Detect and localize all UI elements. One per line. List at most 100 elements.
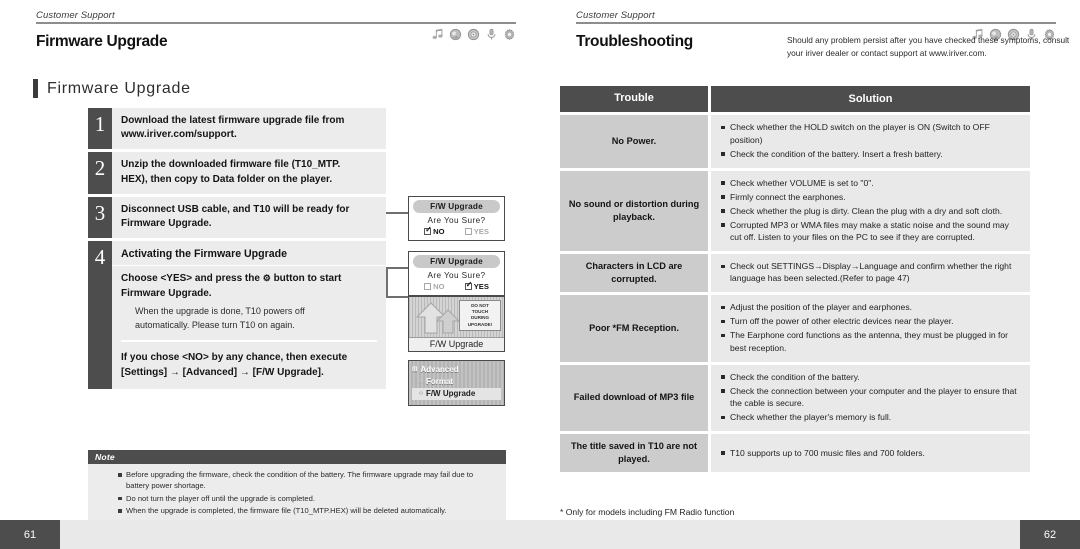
step-number: 3 xyxy=(88,196,112,239)
trouble-cell: The title saved in T10 are not played. xyxy=(560,434,708,472)
solution-item: Firmly connect the earphones. xyxy=(721,191,1022,203)
table-row: Characters in LCD are corrupted. Check o… xyxy=(560,254,1030,293)
step-line: Firmware Upgrade. xyxy=(121,217,212,229)
menu-row-fw-upgrade[interactable]: ○ F/W Upgrade xyxy=(412,388,501,400)
step4-footer: If you chose <NO> by any chance, then ex… xyxy=(112,342,386,389)
solution-item: Turn off the power of other electric dev… xyxy=(721,315,1022,327)
step-line: www.iriver.com/support. xyxy=(121,129,237,141)
solution-item: T10 supports up to 700 music files and 7… xyxy=(721,447,925,459)
text-viewer-icon xyxy=(449,28,462,41)
trouble-cell: Characters in LCD are corrupted. xyxy=(560,254,708,293)
note-title: Note xyxy=(88,450,506,464)
dialog-option-no[interactable]: NO xyxy=(424,282,444,291)
solution-item: Check whether the plug is dirty. Clean t… xyxy=(721,205,1022,217)
connector-vertical xyxy=(386,267,388,297)
header-rule xyxy=(576,22,1056,41)
section-accent-bar xyxy=(33,79,38,98)
step4-bold-tail: button to start xyxy=(273,273,342,285)
solution-item: Check out SETTINGS→Display→Language and … xyxy=(721,260,1022,285)
dialog-title: F/W Upgrade xyxy=(413,255,500,268)
table-row: No Power. Check whether the HOLD switch … xyxy=(560,115,1030,168)
manual-spread: Customer Support Firmware Upgrade Firmwa… xyxy=(0,0,1080,549)
step4-sub-line2: automatically. Please turn T10 on again. xyxy=(135,319,295,330)
progress-canvas: DO NOT TOUCH DURING UPGRADE! xyxy=(409,297,504,337)
dialog-question: Are You Sure? xyxy=(427,270,486,280)
step4-main: Choose <YES> and press the ⚙ button to s… xyxy=(112,266,386,340)
dialog-option-yes[interactable]: YES xyxy=(464,281,489,291)
step4-bold-lead: Choose <YES> and press the xyxy=(121,273,260,285)
note-item: When the upgrade is completed, the firmw… xyxy=(118,505,498,516)
progress-label: F/W Upgrade xyxy=(409,337,504,351)
chapter-title-left: Firmware Upgrade xyxy=(36,33,168,50)
chapter-title-right: Troubleshooting xyxy=(576,33,693,50)
step4-foot-line1: If you chose <NO> by any chance, then ex… xyxy=(121,352,348,364)
step-body: Disconnect USB cable, and T10 will be re… xyxy=(112,197,386,238)
settings-gear-icon xyxy=(504,28,515,41)
device-screen-dialog-yes: F/W Upgrade Are You Sure? NO YES xyxy=(408,251,505,296)
dialog-options: NO YES xyxy=(409,281,504,295)
note-item: Before upgrading the firmware, check the… xyxy=(118,469,498,492)
music-note-icon xyxy=(432,28,443,39)
device-screen-settings-menu: ⊞ Advanced ○ Format ○ F/W Upgrade xyxy=(408,360,505,406)
checkbox-icon xyxy=(424,282,432,290)
note-item: Do not turn the player off until the upg… xyxy=(118,493,498,504)
option-label: YES xyxy=(473,226,489,236)
connector-step4-dialog xyxy=(386,267,408,269)
step4-bold-line2: Firmware Upgrade. xyxy=(121,287,212,299)
menu-label: Advanced xyxy=(420,365,459,374)
solution-cell: Adjust the position of the player and ea… xyxy=(711,295,1030,362)
solution-cell: T10 supports up to 700 music files and 7… xyxy=(711,434,1030,472)
step-3: 3 Disconnect USB cable, and T10 will be … xyxy=(88,196,386,239)
trouble-cell: Poor *FM Reception. xyxy=(560,295,708,362)
header-rule xyxy=(36,22,516,41)
warning-bubble: DO NOT TOUCH DURING UPGRADE! xyxy=(459,300,501,331)
note-box: Note Before upgrading the firmware, chec… xyxy=(88,450,506,524)
step-body: Download the latest firmware upgrade fil… xyxy=(112,108,386,149)
fm-radio-icon xyxy=(467,28,480,41)
dialog-question: Are You Sure? xyxy=(427,215,486,225)
table-row: No sound or distortion during playback. … xyxy=(560,170,1030,252)
solution-cell: Check the condition of the battery. Chec… xyxy=(711,364,1030,432)
bullet-icon: ○ xyxy=(419,378,423,386)
step-line: Disconnect USB cable, and T10 will be re… xyxy=(121,203,350,215)
running-header-kicker: Customer Support xyxy=(36,10,115,21)
solution-item: Check the condition of the battery. Inse… xyxy=(721,148,1022,160)
dialog-options: NO YES xyxy=(409,226,504,240)
solution-item: Check whether the HOLD switch on the pla… xyxy=(721,121,1022,146)
footer-band-right xyxy=(540,520,1080,549)
dialog-option-yes[interactable]: YES xyxy=(464,226,489,236)
step-line: HEX), then copy to Data folder on the pl… xyxy=(121,173,333,185)
troubleshooting-table: Trouble Solution No Power. Check whether… xyxy=(560,86,1030,475)
table-header-row: Trouble Solution xyxy=(560,86,1030,113)
running-header-kicker: Customer Support xyxy=(576,10,655,21)
voice-recorder-icon xyxy=(487,28,496,40)
step-body: Activating the Firmware Upgrade Choose <… xyxy=(112,241,386,389)
dialog-option-no[interactable]: NO xyxy=(424,226,445,236)
menu-row-advanced[interactable]: ⊞ Advanced xyxy=(412,364,500,376)
device-screen-dialog-no: F/W Upgrade Are You Sure? NO YES xyxy=(408,196,505,241)
step-1: 1 Download the latest firmware upgrade f… xyxy=(88,108,386,150)
trouble-cell: Failed download of MP3 file xyxy=(560,364,708,432)
note-body: Before upgrading the firmware, check the… xyxy=(88,464,506,524)
menu-label: F/W Upgrade xyxy=(425,389,476,398)
solution-item: Check whether VOLUME is set to "0". xyxy=(721,177,1022,189)
menu-label: Format xyxy=(425,377,454,386)
step-number: 1 xyxy=(88,108,112,150)
solution-cell: Check whether VOLUME is set to "0". Firm… xyxy=(711,170,1030,252)
solution-item: Adjust the position of the player and ea… xyxy=(721,301,1022,313)
solution-item: Check the connection between your comput… xyxy=(721,385,1022,410)
checkbox-icon xyxy=(464,227,472,235)
option-label: NO xyxy=(433,226,445,236)
bullet-icon: ○ xyxy=(419,390,423,398)
plus-box-icon: ⊞ xyxy=(412,366,418,374)
running-header-right: Customer Support xyxy=(576,10,1056,41)
center-button-icon: ⚙ xyxy=(262,273,271,284)
solution-item: The Earphone cord functions as the anten… xyxy=(721,329,1022,354)
step4-sub-line1: When the upgrade is done, T10 powers off xyxy=(135,306,305,317)
step-4: 4 Activating the Firmware Upgrade Choose… xyxy=(88,241,386,390)
table-row: The title saved in T10 are not played. T… xyxy=(560,434,1030,472)
running-header-left: Customer Support xyxy=(36,10,516,41)
footer-band-left xyxy=(0,520,540,549)
menu-row-format[interactable]: ○ Format xyxy=(412,376,500,388)
step-line: Download the latest firmware upgrade fil… xyxy=(121,115,345,126)
